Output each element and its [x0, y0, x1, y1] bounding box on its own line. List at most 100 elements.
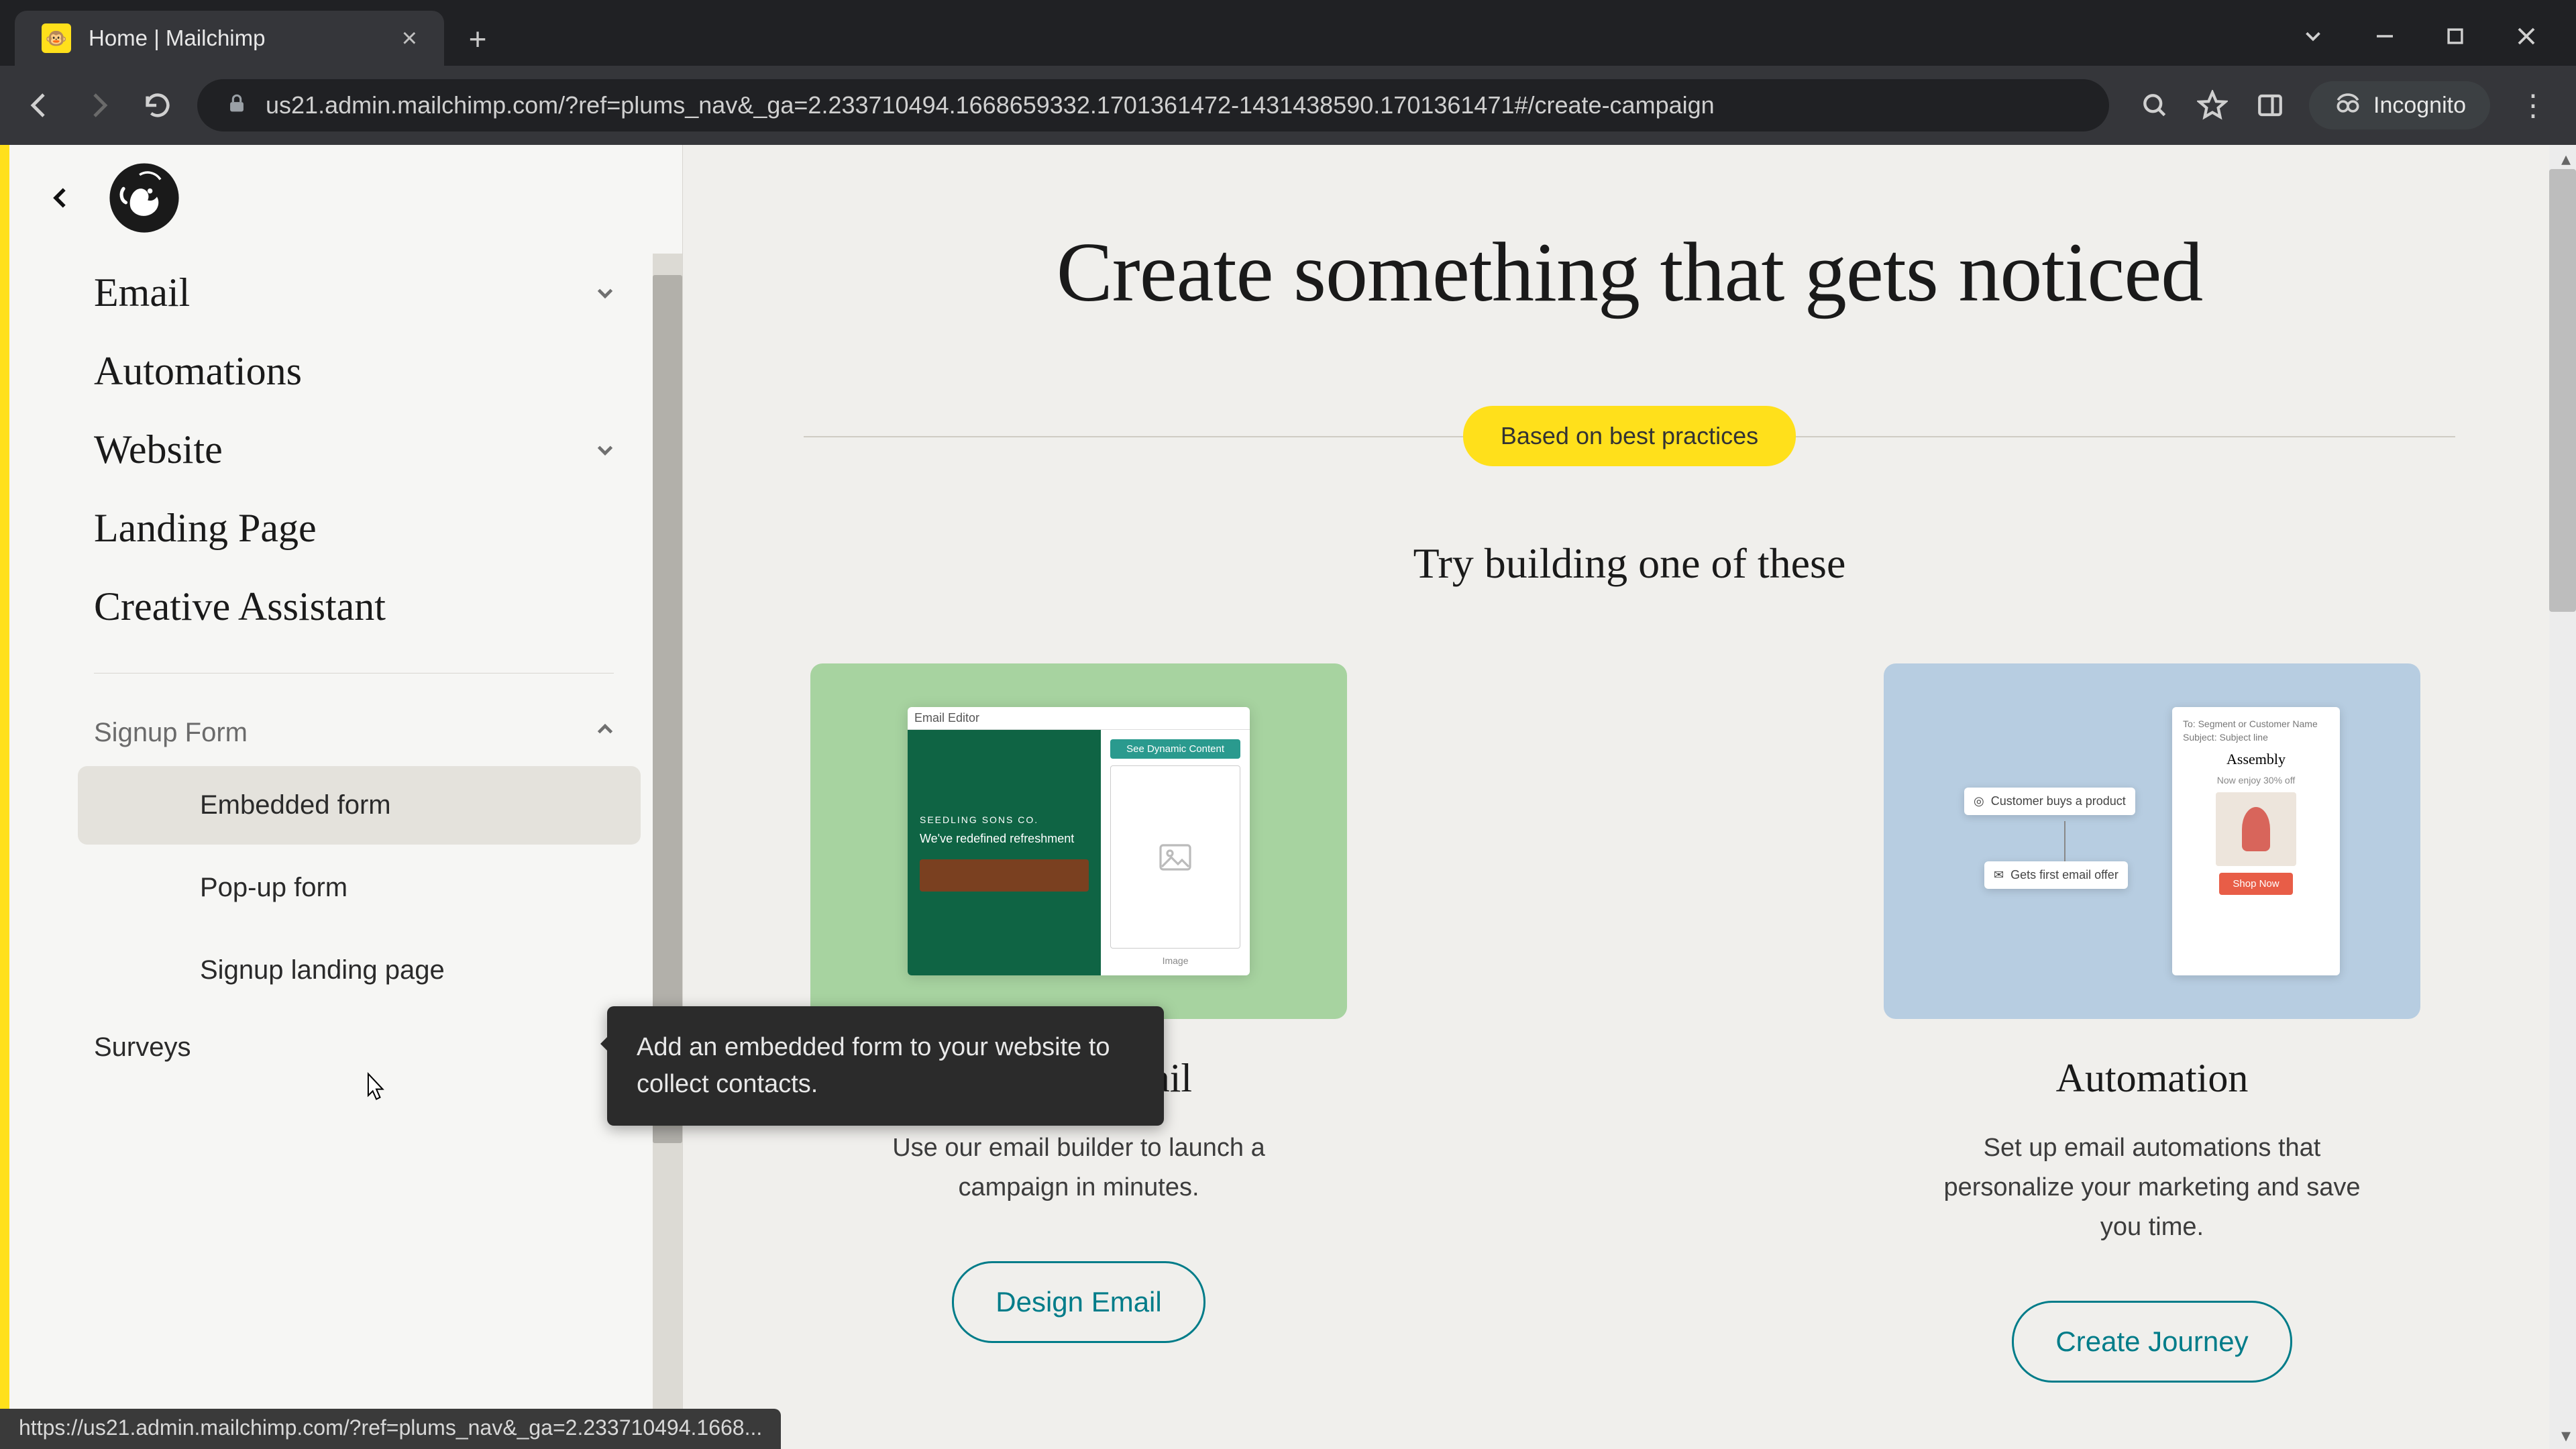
sidebar-item-creative-assistant[interactable]: Creative Assistant — [9, 568, 682, 646]
nav-label: Landing Page — [94, 505, 317, 551]
card-title: Automation — [2056, 1055, 2249, 1102]
card-art-automation: ◎ Customer buys a product ✉ Gets first e… — [1884, 663, 2420, 1019]
email-header: To: Segment or Customer Name Subject: Su… — [2183, 718, 2318, 744]
search-icon[interactable] — [2136, 87, 2174, 124]
email-art-preview: Email Editor SEEDLING SONS CO. We've red… — [908, 707, 1250, 975]
art-brand: SEEDLING SONS CO. — [920, 814, 1089, 825]
page-scrollbar[interactable]: ▴ ▾ — [2549, 145, 2576, 1449]
scroll-up-icon[interactable]: ▴ — [2561, 148, 2571, 170]
scroll-down-icon[interactable]: ▾ — [2561, 1424, 2571, 1446]
sidebar-scroll[interactable]: Email Automations Website Landing Page — [9, 254, 682, 1449]
url-input[interactable]: us21.admin.mailchimp.com/?ref=plums_nav&… — [197, 79, 2109, 131]
create-journey-button[interactable]: Create Journey — [2012, 1301, 2292, 1383]
best-practices-pill: Based on best practices — [1463, 406, 1796, 466]
bookmark-icon[interactable] — [2194, 87, 2231, 124]
lock-icon — [225, 93, 248, 119]
new-tab-button[interactable]: + — [458, 19, 498, 59]
status-bar: https://us21.admin.mailchimp.com/?ref=pl… — [0, 1409, 781, 1449]
automation-trigger-box: ◎ Customer buys a product — [1964, 788, 2135, 815]
card-desc: Use our email builder to launch a campai… — [851, 1128, 1307, 1208]
nav-label: Surveys — [94, 1032, 191, 1062]
target-icon: ◎ — [1974, 794, 1984, 808]
page-viewport: Email Automations Website Landing Page — [0, 145, 2576, 1449]
image-placeholder-icon — [1110, 765, 1240, 949]
sidebar-item-landing-page[interactable]: Landing Page — [9, 489, 682, 568]
tooltip: Add an embedded form to your website to … — [607, 1006, 1164, 1126]
connector-icon — [2058, 821, 2072, 861]
automation-action-box: ✉ Gets first email offer — [1984, 861, 2128, 889]
sidebar-subitem-popup-form[interactable]: Pop-up form — [78, 849, 641, 927]
subitem-label: Pop-up form — [200, 873, 347, 902]
art-image-icon — [920, 859, 1089, 892]
accent-bar — [0, 145, 9, 1449]
sidebar-item-email[interactable]: Email — [9, 254, 682, 332]
automation-email-preview: To: Segment or Customer Name Subject: Su… — [2172, 707, 2340, 975]
sidebar-item-surveys[interactable]: Surveys — [9, 1014, 682, 1081]
page-scroll-thumb[interactable] — [2549, 169, 2576, 612]
group-title: Signup Form — [94, 718, 248, 748]
pill-row: Based on best practices — [804, 406, 2455, 466]
reload-button[interactable] — [138, 86, 177, 125]
nav-label: Website — [94, 427, 223, 473]
try-heading: Try building one of these — [804, 539, 2455, 588]
card-automation: ◎ Customer buys a product ✉ Gets first e… — [1884, 663, 2420, 1383]
browser-menu-button[interactable]: ⋮ — [2510, 89, 2556, 123]
email-sub: Now enjoy 30% off — [2217, 775, 2295, 786]
art-header: Email Editor — [908, 707, 1250, 730]
window-controls — [2300, 23, 2576, 66]
mail-icon: ✉ — [1994, 868, 2004, 882]
sidebar-subitem-embedded-form[interactable]: Embedded form — [78, 766, 641, 845]
sidebar-subitem-signup-landing-page[interactable]: Signup landing page — [78, 931, 641, 1010]
sidebar-item-website[interactable]: Website — [9, 411, 682, 489]
nav-label: Automations — [94, 348, 302, 394]
incognito-icon — [2333, 88, 2363, 123]
trigger-label: Customer buys a product — [1991, 794, 2126, 808]
incognito-label: Incognito — [2373, 93, 2466, 119]
art-right-panel: See Dynamic Content Image — [1101, 730, 1250, 975]
sidebar-group-signup-form[interactable]: Signup Form — [9, 700, 682, 762]
tab-title: Home | Mailchimp — [89, 25, 384, 51]
art-headline: We've redefined refreshment — [920, 832, 1089, 846]
close-tab-button[interactable]: × — [402, 23, 417, 54]
divider — [94, 673, 614, 674]
art-placeholder-label: Image — [1110, 955, 1240, 966]
hero-title: Create something that gets noticed — [804, 225, 2455, 320]
design-email-button[interactable]: Design Email — [952, 1261, 1205, 1343]
maximize-button[interactable] — [2444, 25, 2467, 51]
incognito-badge[interactable]: Incognito — [2309, 81, 2490, 129]
forward-button[interactable] — [79, 86, 118, 125]
minimize-button[interactable] — [2373, 24, 2397, 52]
browser-tab[interactable]: 🐵 Home | Mailchimp × — [15, 11, 444, 66]
tabs-overview-icon[interactable] — [2300, 23, 2326, 52]
email-image-icon — [2216, 792, 2296, 866]
back-button[interactable] — [20, 86, 59, 125]
chevron-down-icon — [592, 270, 618, 316]
art-left-panel: SEEDLING SONS CO. We've redefined refres… — [908, 730, 1101, 975]
window-close-button[interactable] — [2514, 23, 2539, 52]
url-text: us21.admin.mailchimp.com/?ref=plums_nav&… — [266, 91, 2081, 119]
cards-row: Email Editor SEEDLING SONS CO. We've red… — [683, 588, 2576, 1383]
sidebar-back-button[interactable] — [48, 185, 74, 214]
favicon-icon: 🐵 — [42, 23, 71, 53]
hero: Create something that gets noticed Based… — [683, 145, 2576, 588]
side-panel-icon[interactable] — [2251, 87, 2289, 124]
main-content: Create something that gets noticed Based… — [683, 145, 2576, 1449]
tab-strip: 🐵 Home | Mailchimp × + — [0, 0, 2576, 66]
chevron-up-icon — [592, 716, 618, 749]
sidebar-scrollbar[interactable] — [653, 254, 682, 1449]
sidebar: Email Automations Website Landing Page — [9, 145, 683, 1449]
nav-label: Email — [94, 270, 190, 316]
card-art-email: Email Editor SEEDLING SONS CO. We've red… — [810, 663, 1347, 1019]
tooltip-text: Add an embedded form to your website to … — [637, 1033, 1110, 1098]
address-bar: us21.admin.mailchimp.com/?ref=plums_nav&… — [0, 66, 2576, 145]
subitem-label: Signup landing page — [200, 955, 445, 985]
sidebar-header — [9, 145, 682, 254]
card-desc: Set up email automations that personaliz… — [1924, 1128, 2380, 1247]
mailchimp-logo-icon[interactable] — [107, 161, 181, 238]
automation-art-preview: ◎ Customer buys a product ✉ Gets first e… — [1964, 707, 2340, 975]
subitem-label: Embedded form — [200, 790, 391, 820]
email-title: Assembly — [2226, 751, 2286, 768]
sidebar-item-automations[interactable]: Automations — [9, 332, 682, 411]
nav-label: Creative Assistant — [94, 584, 386, 630]
action-label: Gets first email offer — [2010, 868, 2118, 882]
